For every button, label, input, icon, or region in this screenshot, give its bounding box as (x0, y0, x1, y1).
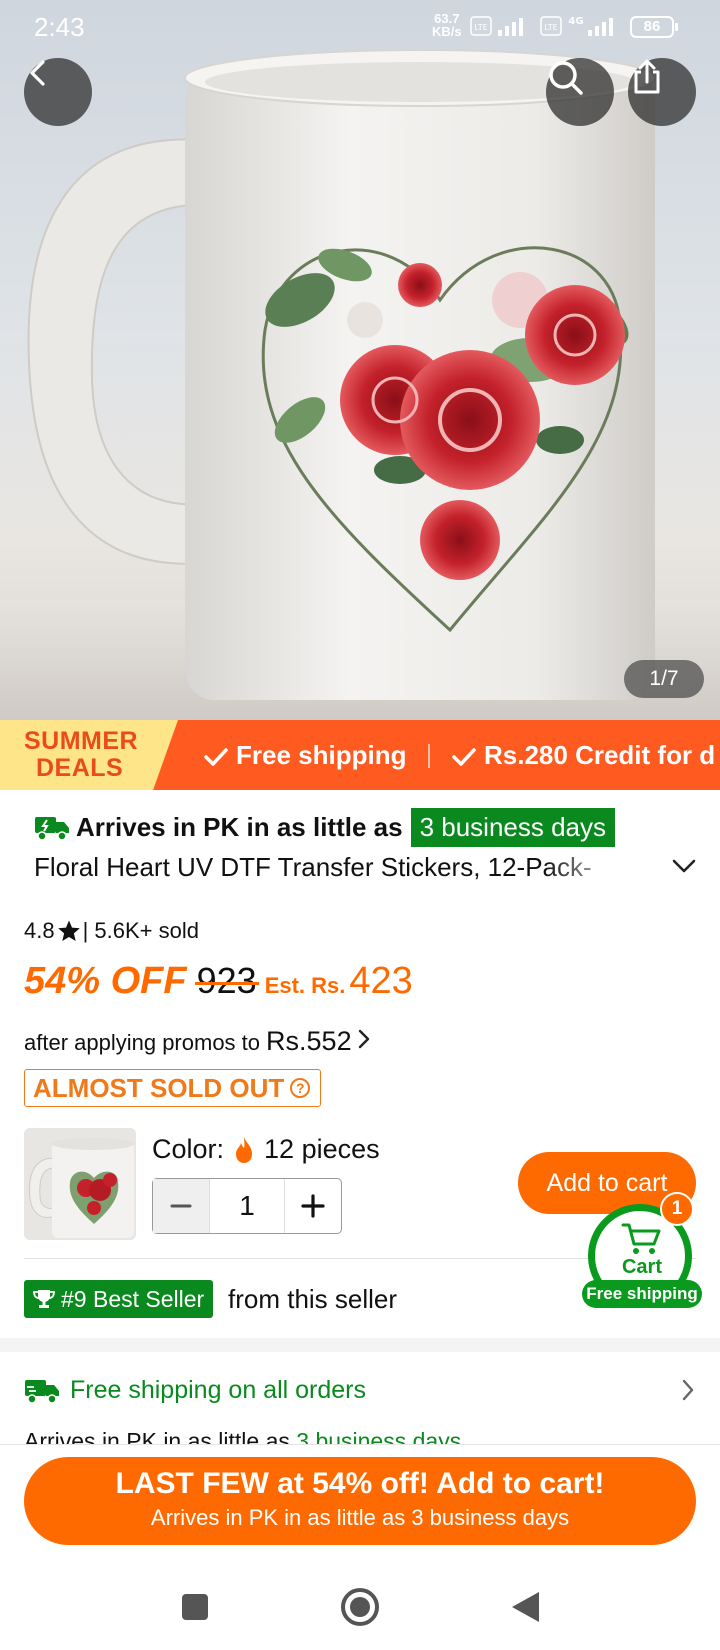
status-bar: 2:43 63.7 KB/s LTE LTE 4G 86 (0, 0, 720, 54)
shipping-subtext: Arrives in PK in as little as 3 business… (24, 1428, 462, 1444)
estimated-price: 423 (349, 960, 413, 1002)
share-button[interactable] (628, 58, 696, 126)
section-gap (0, 1338, 720, 1352)
check-icon (452, 748, 476, 766)
color-selector[interactable]: Color: 12 pieces (152, 1134, 380, 1165)
network-speed: 63.7 KB/s (432, 11, 462, 39)
estimated-price-label: Est. Rs. (264, 973, 346, 998)
promo-divider (428, 744, 430, 768)
chevron-right-icon (358, 1029, 369, 1049)
minus-icon (170, 1204, 192, 1208)
promo-item-credit: Rs.280 Credit for d (452, 720, 715, 790)
svg-text:LTE: LTE (544, 23, 557, 32)
share-icon (634, 59, 660, 94)
delivery-truck-icon (25, 1380, 59, 1404)
variant-thumbnail[interactable] (24, 1128, 136, 1240)
question-icon: ? (290, 1078, 311, 1098)
cta-subtitle: Arrives in PK in as little as 3 business… (150, 1505, 570, 1530)
delivery-estimate: Arrives in PK in as little as 3 business… (34, 806, 616, 848)
free-shipping-title: Free shipping on all orders (70, 1375, 366, 1404)
cta-title: LAST FEW at 54% off! Add to cart! (115, 1467, 605, 1500)
check-icon (204, 748, 228, 766)
quantity-value[interactable]: 1 (209, 1179, 285, 1233)
sim1-signal-icon: LTE (470, 16, 523, 36)
trophy-icon (33, 1290, 55, 1308)
add-to-cart-cta-button[interactable]: LAST FEW at 54% off! Add to cart! Arrive… (24, 1457, 696, 1545)
system-back-button[interactable] (500, 1582, 550, 1632)
chevron-left-icon (30, 60, 45, 86)
svg-text:4G: 4G (568, 16, 583, 27)
product-image-gallery[interactable]: 2:43 63.7 KB/s LTE LTE 4G 86 1/7 (0, 0, 720, 720)
search-icon (549, 61, 583, 95)
decrease-quantity-button[interactable] (153, 1179, 209, 1233)
sold-count: | 5.6K+ sold (82, 918, 199, 943)
promo-strip[interactable]: SUMMER DEALS Free shipping Rs.280 Credit… (0, 720, 720, 790)
delivery-truck-icon (35, 817, 69, 841)
best-seller-suffix: from this seller (228, 1284, 398, 1314)
back-button[interactable] (24, 58, 92, 126)
battery-indicator: 86 (630, 16, 678, 38)
almost-sold-out-badge[interactable]: ALMOST SOLD OUT ? (24, 1069, 322, 1107)
mug-image (27, 49, 656, 700)
svg-text:LTE: LTE (474, 23, 487, 32)
plus-icon (301, 1194, 325, 1218)
floating-cart-button[interactable]: Cart Free shipping 1 (582, 1192, 702, 1312)
rating-summary[interactable]: 4.8 | 5.6K+ sold (24, 918, 199, 944)
square-icon (182, 1594, 208, 1620)
expand-title-chevron-down-icon[interactable] (670, 856, 698, 876)
triangle-back-icon (512, 1592, 539, 1622)
discount-label: 54% OFF (24, 960, 187, 1002)
system-navigation-bar (0, 1564, 720, 1650)
delivery-days-badge: 3 business days (410, 807, 616, 847)
original-price: 923 (194, 960, 259, 1001)
recent-apps-button[interactable] (170, 1582, 220, 1632)
color-label: Color: (152, 1134, 225, 1164)
sim2-signal-icon: LTE 4G (540, 16, 613, 36)
image-counter: 1/7 (624, 660, 704, 698)
cart-free-shipping-badge: Free shipping (582, 1280, 702, 1308)
free-shipping-row[interactable]: Free shipping on all orders (24, 1370, 696, 1410)
price-row: 54% OFF 923 Est. Rs. 423 (24, 960, 413, 1010)
chevron-right-icon (682, 1379, 694, 1401)
summer-deals-badge: SUMMER DEALS (0, 720, 178, 790)
mug-thumbnail-image (24, 1128, 136, 1240)
search-button[interactable] (546, 58, 614, 126)
star-icon (57, 920, 80, 941)
quantity-stepper: 1 (152, 1178, 342, 1234)
product-title[interactable]: Floral Heart UV DTF Transfer Stickers, 1… (34, 852, 634, 883)
increase-quantity-button[interactable] (285, 1179, 341, 1233)
best-seller-badge[interactable]: #9 Best Seller (24, 1280, 214, 1318)
fire-icon (236, 1136, 253, 1163)
promo-price-link[interactable]: after applying promos to Rs.552 (24, 1026, 372, 1057)
circle-icon (341, 1588, 379, 1626)
home-button[interactable] (335, 1582, 385, 1632)
cart-count-badge: 1 (660, 1192, 694, 1226)
cart-label: Cart (621, 1256, 662, 1278)
rating-value: 4.8 (24, 918, 55, 943)
clock: 2:43 (34, 12, 85, 42)
promo-item-free-shipping: Free shipping (204, 720, 406, 790)
promo-price: Rs.552 (266, 1026, 352, 1056)
color-value: 12 pieces (264, 1134, 380, 1164)
bottom-action-bar: LAST FEW at 54% off! Add to cart! Arrive… (0, 1444, 720, 1564)
shopping-cart-icon (621, 1223, 661, 1254)
